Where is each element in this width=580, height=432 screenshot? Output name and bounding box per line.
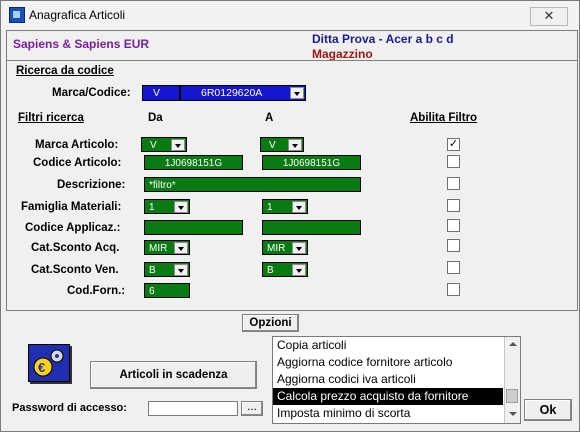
list-item[interactable]: Aggiorna codici iva articoli: [273, 371, 503, 388]
sconto-acq-da-select[interactable]: MIR: [144, 240, 190, 255]
magazzino-label: Magazzino: [312, 47, 373, 61]
header-panel: Sapiens & Sapiens EUR Ditta Prova - Acer…: [6, 30, 578, 62]
svg-text:€: €: [38, 360, 45, 375]
famiglia-da-select[interactable]: 1: [144, 199, 190, 214]
marca-codice-label: Marca/Codice:: [52, 87, 131, 99]
sconto-ven-a-select[interactable]: B: [262, 262, 308, 277]
row-label-sconto-ven: Cat.Sconto Ven.: [31, 264, 119, 276]
chevron-down-icon[interactable]: [171, 139, 185, 151]
sconto-ven-enable-checkbox[interactable]: [447, 261, 460, 274]
chevron-down-icon[interactable]: [174, 242, 188, 254]
codice-select[interactable]: 6R0129620A: [180, 85, 306, 101]
row-label-applicaz: Codice Applicaz.:: [25, 222, 121, 234]
password-input[interactable]: [148, 401, 238, 416]
row-label-codice: Codice Articolo:: [33, 157, 122, 169]
descrizione-enable-checkbox[interactable]: [447, 177, 460, 190]
chevron-down-icon[interactable]: [290, 87, 304, 99]
chevron-down-icon[interactable]: [292, 242, 306, 254]
chevron-down-icon[interactable]: [292, 264, 306, 276]
filtri-section-title: Filtri ricerca: [18, 112, 84, 124]
applicaz-a-input[interactable]: [262, 220, 361, 235]
famiglia-enable-checkbox[interactable]: [447, 199, 460, 212]
list-item-selected[interactable]: Calcola prezzo acquisto da fornitore: [273, 388, 503, 405]
listbox-scrollbar[interactable]: [504, 337, 520, 423]
cod-forn-input[interactable]: 6: [144, 283, 190, 298]
scroll-up-icon[interactable]: [509, 342, 517, 346]
codice-a-input[interactable]: 1J0698151G: [262, 155, 361, 170]
col-da-header: Da: [148, 112, 163, 124]
articoli-scadenza-button[interactable]: Articoli in scadenza: [90, 361, 257, 389]
sconto-acq-enable-checkbox[interactable]: [447, 239, 460, 252]
ok-button[interactable]: Ok: [524, 399, 572, 421]
col-a-header: A: [265, 112, 274, 124]
sconto-ven-da-select[interactable]: B: [144, 262, 190, 277]
applicaz-enable-checkbox[interactable]: [447, 219, 460, 232]
title-bar: Anagrafica Articoli ✕: [1, 1, 579, 29]
famiglia-a-select[interactable]: 1: [262, 199, 308, 214]
codice-da-input[interactable]: 1J0698151G: [144, 155, 243, 170]
row-label-sconto-acq: Cat.Sconto Acq.: [31, 242, 120, 254]
company-name: Sapiens & Sapiens EUR: [13, 37, 150, 51]
list-item[interactable]: Imposta minimo di scorta: [273, 405, 503, 422]
filters-panel: Ricerca da codice Marca/Codice: V 6R0129…: [6, 60, 578, 311]
close-button[interactable]: ✕: [530, 7, 568, 26]
marca-da-select[interactable]: V: [141, 137, 187, 152]
col-abilita-header: Abilita Filtro: [410, 112, 478, 124]
opzioni-button[interactable]: Opzioni: [242, 314, 299, 332]
chevron-down-icon[interactable]: [174, 201, 188, 213]
marca-input[interactable]: V: [142, 85, 180, 101]
cod-forn-enable-checkbox[interactable]: [447, 283, 460, 296]
password-label: Password di accesso:: [12, 402, 127, 414]
ricerca-section-title: Ricerca da codice: [16, 65, 114, 77]
marca-a-select[interactable]: V: [260, 137, 304, 152]
scroll-thumb[interactable]: [506, 389, 518, 403]
app-icon: [9, 7, 25, 23]
list-item[interactable]: Copia articoli: [273, 337, 503, 354]
row-label-marca: Marca Articolo:: [35, 139, 119, 151]
row-label-descrizione: Descrizione:: [57, 179, 126, 191]
sconto-acq-a-select[interactable]: MIR: [262, 240, 308, 255]
euro-icon-graphic: €: [33, 349, 64, 377]
chevron-down-icon[interactable]: [174, 264, 188, 276]
chevron-down-icon[interactable]: [292, 201, 306, 213]
descrizione-input[interactable]: *filtro*: [144, 177, 361, 192]
scroll-down-icon[interactable]: [509, 412, 517, 416]
ditta-label: Ditta Prova - Acer a b c d: [312, 32, 454, 46]
marca-enable-checkbox[interactable]: ✓: [447, 138, 460, 151]
codice-enable-checkbox[interactable]: [447, 155, 460, 168]
row-label-famiglia: Famiglia Materiali:: [21, 201, 122, 213]
applicaz-da-input[interactable]: [144, 220, 243, 235]
main-window: Anagrafica Articoli ✕ Sapiens & Sapiens …: [0, 0, 580, 432]
window-title: Anagrafica Articoli: [29, 8, 126, 22]
options-listbox[interactable]: Copia articoli Aggiorna codice fornitore…: [272, 336, 521, 424]
browse-button[interactable]: ...: [241, 401, 263, 416]
chevron-down-icon[interactable]: [288, 139, 302, 151]
list-item[interactable]: Aggiorna codice fornitore articolo: [273, 354, 503, 371]
euro-settings-icon[interactable]: €: [28, 344, 70, 382]
row-label-cod-forn: Cod.Forn.:: [67, 285, 126, 297]
